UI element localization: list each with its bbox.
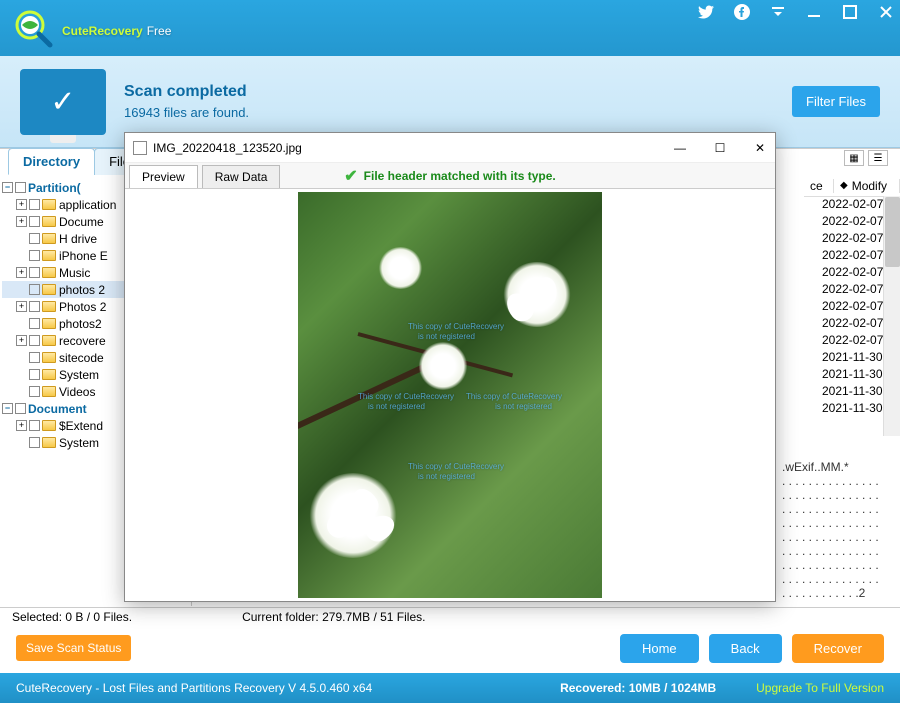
file-icon (133, 141, 147, 155)
watermark: This copy of CuteRecovery (466, 392, 562, 401)
watermark: is not registered (418, 472, 475, 481)
preview-tab-rawdata[interactable]: Raw Data (202, 165, 281, 188)
file-header-message: ✔ File header matched with its type. (344, 166, 555, 186)
scrollbar-thumb[interactable] (885, 197, 900, 267)
preview-body: This copy of CuteRecovery is not registe… (125, 189, 775, 601)
upgrade-link[interactable]: Upgrade To Full Version (756, 681, 884, 695)
scan-status-heading: Scan completed (124, 83, 249, 101)
home-button[interactable]: Home (620, 634, 699, 663)
dropdown-icon[interactable] (770, 4, 786, 20)
footer-bar: CuteRecovery - Lost Files and Partitions… (0, 673, 900, 703)
preview-close-icon[interactable]: ✕ (753, 141, 767, 155)
list-header: ce ◆Modify (804, 175, 900, 197)
recovered-status: Recovered: 10MB / 1024MB (560, 681, 716, 695)
preview-image: This copy of CuteRecovery is not registe… (298, 192, 602, 598)
grid-view-icon[interactable]: ▦ (844, 150, 864, 166)
app-logo (12, 7, 54, 49)
facebook-icon[interactable] (734, 4, 750, 20)
preview-tabs: Preview Raw Data ✔ File header matched w… (125, 163, 775, 189)
recover-button[interactable]: Recover (792, 634, 884, 663)
twitter-icon[interactable] (698, 4, 714, 20)
preview-maximize-icon[interactable]: ☐ (713, 141, 727, 155)
save-scan-button[interactable]: Save Scan Status (16, 635, 131, 661)
watermark: This copy of CuteRecovery (408, 462, 504, 471)
watermark: is not registered (495, 402, 552, 411)
button-row: Save Scan Status Home Back Recover (0, 628, 900, 668)
close-icon[interactable] (878, 4, 894, 20)
view-mode-icons: ▦ ☰ (844, 150, 888, 166)
col-modify[interactable]: ◆Modify (834, 179, 900, 193)
watermark: This copy of CuteRecovery (358, 392, 454, 401)
preview-filename: IMG_20220418_123520.jpg (153, 141, 302, 155)
preview-minimize-icon[interactable]: — (673, 141, 687, 155)
scan-status-sub: 16943 files are found. (124, 105, 249, 120)
tab-directory[interactable]: Directory (8, 148, 95, 175)
monitor-icon: ✓ (20, 69, 106, 135)
app-title: CuteRecoveryFree (62, 14, 171, 42)
app-version: CuteRecovery - Lost Files and Partitions… (16, 681, 372, 695)
titlebar: CuteRecoveryFree (0, 0, 900, 56)
minimize-icon[interactable] (806, 4, 822, 20)
preview-window: IMG_20220418_123520.jpg — ☐ ✕ Preview Ra… (124, 132, 776, 602)
preview-titlebar[interactable]: IMG_20220418_123520.jpg — ☐ ✕ (125, 133, 775, 163)
list-view-icon[interactable]: ☰ (868, 150, 888, 166)
checkmark-icon: ✔ (344, 166, 357, 186)
watermark: is not registered (368, 402, 425, 411)
watermark: This copy of CuteRecovery (408, 322, 504, 331)
preview-tab-preview[interactable]: Preview (129, 165, 198, 188)
back-button[interactable]: Back (709, 634, 782, 663)
current-folder-status: Current folder: 279.7MB / 51 Files. (242, 610, 425, 624)
selected-status: Selected: 0 B / 0 Files. (12, 610, 132, 624)
filter-files-button[interactable]: Filter Files (792, 86, 880, 117)
col-truncated[interactable]: ce (804, 179, 834, 193)
status-text: Scan completed 16943 files are found. (124, 83, 249, 120)
maximize-icon[interactable] (842, 4, 858, 20)
watermark: is not registered (418, 332, 475, 341)
scrollbar[interactable] (883, 196, 900, 436)
hex-preview: .wExif..MM.* . . . . . . . . . . . . . .… (782, 460, 892, 600)
status-bar: Selected: 0 B / 0 Files. Current folder:… (0, 607, 900, 625)
